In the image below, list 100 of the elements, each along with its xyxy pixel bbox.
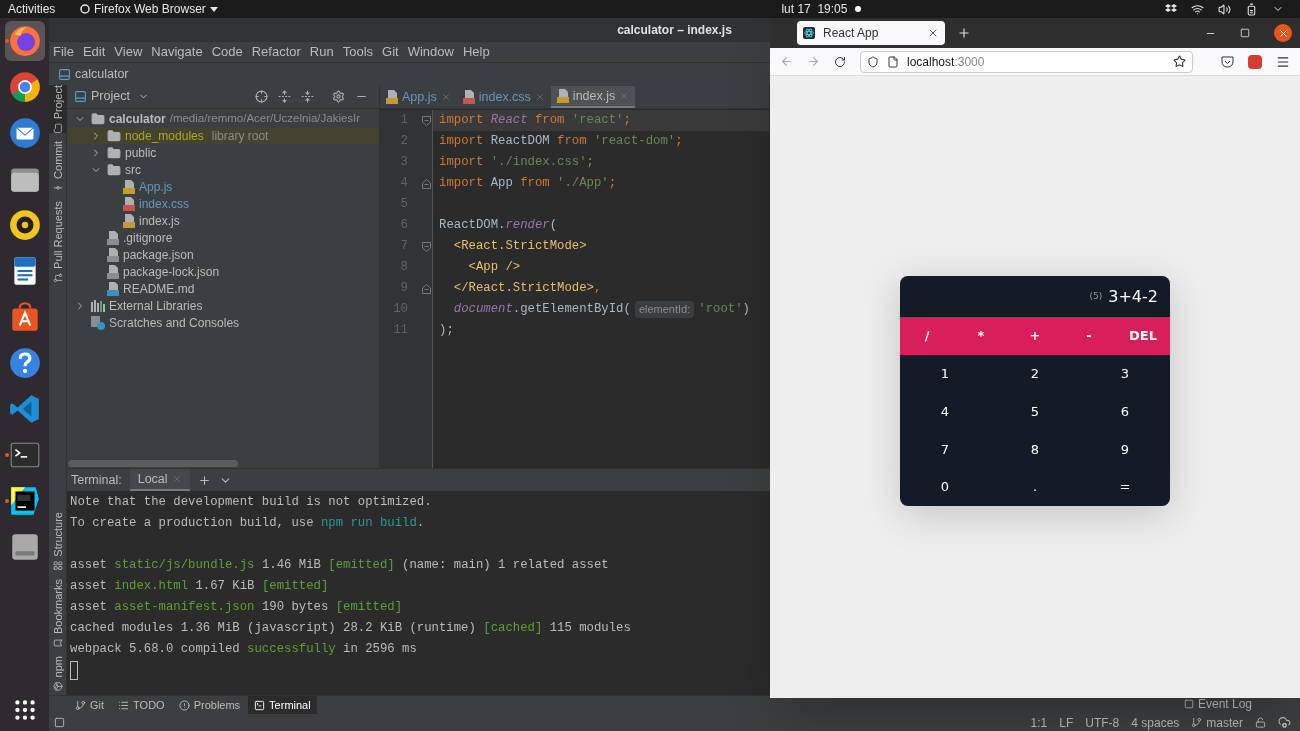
code-line: ); xyxy=(438,322,455,340)
calculator-key[interactable]: . xyxy=(990,468,1080,506)
operator-key[interactable]: * xyxy=(954,317,1008,355)
side-tab[interactable]: Bookmarks xyxy=(49,578,67,648)
editor-tab[interactable]: App.js xyxy=(380,86,457,108)
calculator-key[interactable]: 9 xyxy=(1080,430,1170,469)
new-tab-icon[interactable] xyxy=(957,26,971,40)
clock[interactable]: lut 17 19:05 xyxy=(781,0,848,18)
unlock-icon[interactable] xyxy=(1255,717,1266,728)
menu-icon[interactable] xyxy=(1276,54,1290,69)
calculator-key[interactable]: 4 xyxy=(900,392,990,431)
tool-window-tab[interactable]: TODO xyxy=(112,695,171,715)
settings-icon[interactable] xyxy=(332,90,345,103)
battery-icon[interactable] xyxy=(1245,2,1258,16)
tool-window-tab[interactable]: Git xyxy=(69,695,111,715)
locate-icon[interactable] xyxy=(255,90,268,103)
calculator-key[interactable]: 1 xyxy=(900,355,990,393)
operator-key[interactable]: / xyxy=(900,317,954,355)
tree-item[interactable]: index.js xyxy=(139,211,180,230)
activities-button[interactable]: Activities xyxy=(8,0,68,18)
status-item[interactable]: 4 spaces xyxy=(1131,713,1180,731)
operator-key[interactable]: + xyxy=(1008,317,1062,355)
browser-tab[interactable]: React App xyxy=(797,21,945,45)
maximize-icon[interactable] xyxy=(1240,28,1250,38)
scrollbar[interactable] xyxy=(68,460,238,467)
address-bar[interactable]: localhost:3000 xyxy=(860,50,1193,73)
status-item[interactable]: LF xyxy=(1059,713,1074,731)
calculator-key[interactable]: 3 xyxy=(1080,355,1170,393)
side-tab[interactable]: Commit xyxy=(49,141,67,194)
fold-marker-icon[interactable] xyxy=(422,115,431,126)
menu-item[interactable]: Edit xyxy=(82,42,106,62)
menu-item[interactable]: Window xyxy=(407,42,454,62)
project-view-dropdown[interactable]: Project xyxy=(91,87,149,106)
tool-window-tab[interactable]: Problems xyxy=(172,695,247,715)
fold-marker-icon[interactable] xyxy=(422,283,431,294)
calculator-key[interactable]: 8 xyxy=(990,430,1080,469)
caret-icon xyxy=(209,6,218,12)
expand-all-icon[interactable] xyxy=(278,90,291,103)
calculator-key[interactable]: 7 xyxy=(900,430,990,469)
tree-item[interactable]: node_modules xyxy=(125,126,204,145)
reload-icon[interactable] xyxy=(834,55,846,68)
menu-item[interactable]: Help xyxy=(462,42,490,62)
wifi-icon[interactable] xyxy=(1191,2,1204,16)
tree-item[interactable]: package-lock.json xyxy=(123,262,220,281)
folder-icon xyxy=(91,111,105,126)
side-tab[interactable]: Project xyxy=(49,85,67,134)
operator-key[interactable]: - xyxy=(1062,317,1116,355)
mail-icon xyxy=(7,116,42,150)
menu-item[interactable]: Navigate xyxy=(151,42,203,62)
status-item[interactable]: 1:1 xyxy=(1030,713,1048,731)
menu-item[interactable]: Refactor xyxy=(251,42,301,62)
session-tab[interactable]: Local xyxy=(129,469,190,491)
calculator-key[interactable]: 0 xyxy=(900,468,990,506)
operator-key[interactable]: DEL xyxy=(1116,317,1170,355)
status-item[interactable]: UTF-8 xyxy=(1085,713,1120,731)
close-window-button[interactable] xyxy=(1274,24,1292,42)
tree-item[interactable]: calculator xyxy=(109,109,166,128)
tree-item[interactable]: Scratches and Consoles xyxy=(109,313,240,332)
tree-item[interactable]: External Libraries xyxy=(109,296,203,315)
pocket-icon[interactable] xyxy=(1221,55,1234,68)
tool-window-tab[interactable]: Terminal xyxy=(248,695,317,715)
cloud-gear-icon[interactable] xyxy=(1278,716,1291,729)
calculator-key[interactable]: = xyxy=(1080,468,1170,506)
dock-app[interactable] xyxy=(4,21,45,61)
tree-item[interactable]: README.md xyxy=(123,279,195,298)
menu-item[interactable]: Code xyxy=(211,42,243,62)
fold-marker-icon[interactable] xyxy=(422,241,431,252)
extension-icon[interactable] xyxy=(1248,54,1262,69)
editor-tab[interactable]: index.css xyxy=(456,86,551,108)
panel-toggle-icon[interactable] xyxy=(54,717,65,728)
volume-icon[interactable] xyxy=(1218,2,1231,16)
bookmark-star-icon[interactable] xyxy=(1173,55,1186,68)
tray-icon[interactable] xyxy=(1165,4,1177,14)
collapse-all-icon[interactable] xyxy=(301,90,314,103)
add-icon[interactable] xyxy=(197,473,211,487)
calculator-key[interactable]: 6 xyxy=(1080,392,1170,431)
close-tab-icon[interactable] xyxy=(927,27,939,39)
fold-marker-icon[interactable] xyxy=(422,178,431,189)
tree-item[interactable]: index.css xyxy=(139,194,190,213)
editor-tab[interactable]: index.js xyxy=(550,86,636,108)
menu-item[interactable]: View xyxy=(114,42,143,62)
menu-item[interactable]: Run xyxy=(309,42,334,62)
tree-item[interactable]: .gitignore xyxy=(123,228,173,247)
calculator-key[interactable]: 2 xyxy=(990,355,1080,393)
tree-item[interactable]: App.js xyxy=(139,177,173,196)
menu-item[interactable]: Tools xyxy=(342,42,374,62)
app-menu[interactable]: Firefox Web Browser xyxy=(80,0,218,18)
tree-item[interactable]: public xyxy=(125,143,157,162)
status-item[interactable]: master xyxy=(1191,713,1243,731)
breadcrumb[interactable]: calculator xyxy=(75,64,129,84)
tree-item[interactable]: src xyxy=(125,160,141,179)
side-tab[interactable]: npm xyxy=(49,655,67,691)
side-tab[interactable]: Pull Requests xyxy=(49,201,67,283)
side-tab[interactable]: Structure xyxy=(49,511,67,571)
menu-item[interactable]: File xyxy=(53,42,74,62)
menu-item[interactable]: Git xyxy=(382,42,399,62)
tree-item[interactable]: package.json xyxy=(123,245,194,264)
event-log-button[interactable]: Event Log xyxy=(1183,694,1252,713)
pull-icon xyxy=(53,273,63,283)
calculator-key[interactable]: 5 xyxy=(990,392,1080,431)
